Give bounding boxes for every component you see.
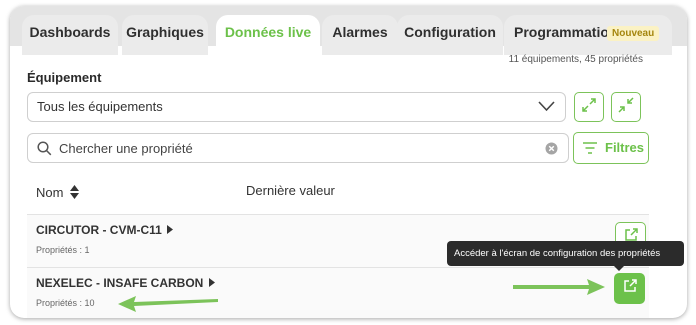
equipment-select-value: Tous les équipements — [37, 99, 163, 114]
equipment-name-label: NEXELEC - INSAFE CARBON — [36, 276, 204, 290]
external-link-icon — [622, 278, 638, 299]
tab-dashboards[interactable]: Dashboards — [22, 15, 118, 55]
property-count: Propriétés : 1 — [36, 245, 90, 255]
new-badge: Nouveau — [607, 26, 660, 41]
property-search-input[interactable]: Chercher une propriété — [27, 133, 569, 163]
tab-alarmes[interactable]: Alarmes — [322, 15, 398, 55]
equipment-select[interactable]: Tous les équipements — [27, 92, 566, 122]
tab-graphiques[interactable]: Graphiques — [122, 15, 208, 55]
equipment-name[interactable]: CIRCUTOR - CVM-C11 — [36, 223, 174, 237]
chevron-down-icon — [538, 100, 555, 115]
clear-search-icon[interactable] — [545, 142, 558, 160]
property-count: Propriétés : 10 — [36, 298, 95, 308]
filters-button[interactable]: Filtres — [573, 132, 649, 164]
equipment-name[interactable]: NEXELEC - INSAFE CARBON — [36, 276, 215, 290]
properties-panel: Dashboards Graphiques Données live Alarm… — [10, 6, 687, 318]
caret-right-icon — [208, 276, 215, 290]
tooltip-pointer — [614, 266, 624, 271]
tab-bar: Dashboards Graphiques Données live Alarm… — [10, 6, 687, 55]
expand-all-button[interactable] — [574, 92, 604, 122]
collapse-icon — [618, 96, 634, 118]
annotation-arrow-left — [118, 296, 218, 312]
annotation-arrow-right — [513, 279, 605, 295]
equipment-label: Équipement — [27, 70, 102, 85]
sort-icon — [70, 185, 80, 202]
tab-donnees-live[interactable]: Données live — [216, 15, 320, 55]
expand-icon — [581, 97, 597, 118]
column-name-label: Nom — [36, 185, 64, 200]
column-header-last-value: Dernière valeur — [246, 183, 335, 198]
open-config-button[interactable] — [614, 273, 645, 304]
tooltip: Accéder à l'écran de configuration des p… — [447, 241, 684, 266]
search-icon — [37, 141, 52, 161]
collapse-all-button[interactable] — [611, 92, 641, 122]
caret-right-icon — [167, 223, 174, 237]
filters-label: Filtres — [605, 140, 645, 155]
equipment-name-label: CIRCUTOR - CVM-C11 — [36, 223, 162, 237]
tab-configuration[interactable]: Configuration — [397, 15, 503, 55]
search-placeholder: Chercher une propriété — [59, 141, 193, 156]
column-header-name[interactable]: Nom — [36, 183, 80, 202]
equipment-count: 11 équipements, 45 propriétés — [508, 54, 643, 65]
